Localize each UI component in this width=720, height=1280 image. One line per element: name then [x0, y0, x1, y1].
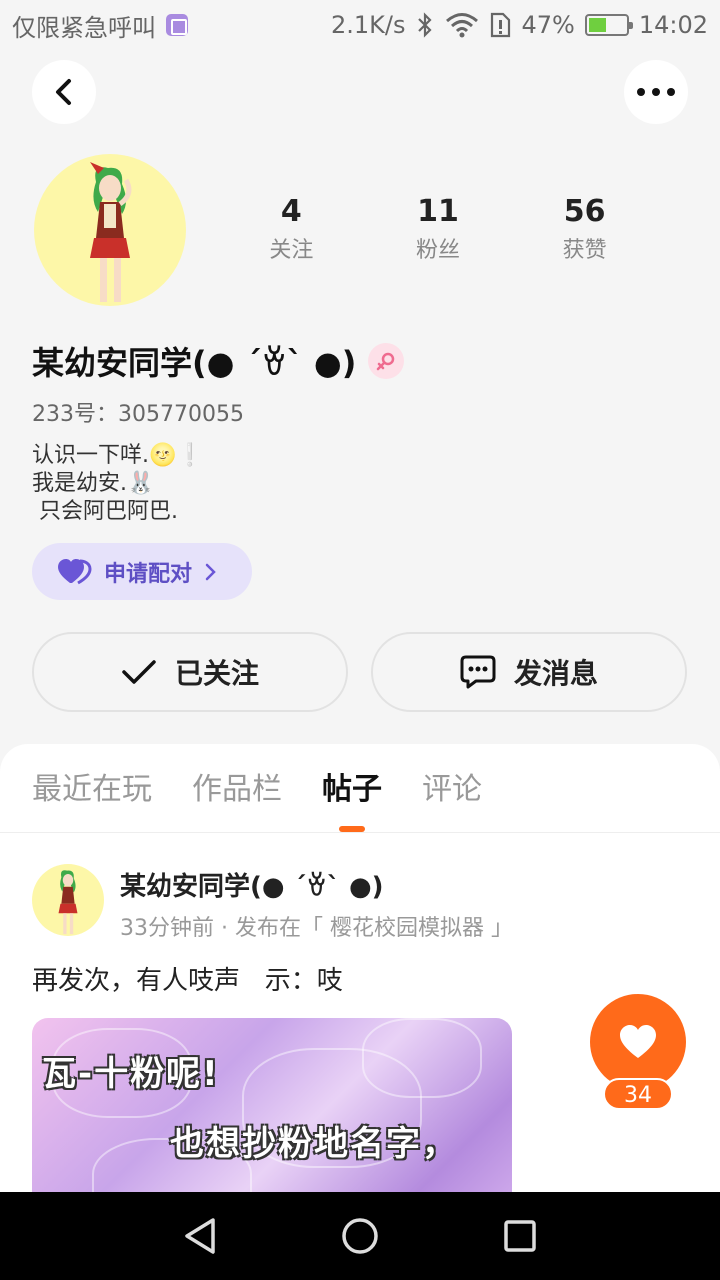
user-name: 某幼安同学(● ´ꈊ` ●) — [32, 344, 357, 382]
chat-bubble-icon — [460, 655, 496, 689]
tab-comments[interactable]: 评论 — [422, 768, 482, 812]
chevron-left-icon — [56, 79, 71, 105]
battery-icon — [584, 14, 633, 36]
stat-following-label: 关注 — [269, 238, 314, 263]
send-message-button[interactable]: 发消息 — [371, 632, 687, 712]
bio-line: 认识一下咩.🌝❕ — [32, 443, 204, 468]
stat-likes-count: 56 — [563, 194, 606, 229]
clock: 14:02 — [638, 11, 708, 39]
home-circle-icon — [342, 1218, 378, 1254]
avatar[interactable] — [34, 154, 186, 306]
image-caption-line: 也想抄粉地名字， — [170, 1124, 458, 1164]
back-triangle-icon — [185, 1218, 215, 1254]
chevron-right-icon — [205, 563, 216, 580]
like-button[interactable] — [590, 994, 686, 1090]
stat-followers-label: 粉丝 — [416, 238, 461, 263]
profile-stats: 4 关注 11 粉丝 56 获赞 — [218, 190, 658, 268]
avatar-character-illustration — [58, 870, 78, 935]
more-dots-icon — [637, 88, 675, 96]
check-icon — [122, 660, 156, 684]
stat-likes-label: 获赞 — [562, 238, 607, 263]
net-speed: 2.1K/s — [330, 11, 406, 39]
nav-recents-button[interactable] — [490, 1206, 550, 1266]
like-count: 34 — [603, 1078, 673, 1110]
stat-followers-count: 11 — [417, 194, 459, 229]
tab-posts[interactable]: 帖子 — [322, 768, 382, 832]
gallery-icon — [166, 14, 188, 36]
sim-alert-icon — [491, 12, 511, 38]
tab-works[interactable]: 作品栏 — [192, 768, 282, 812]
pair-request-label: 申请配对 — [104, 561, 193, 587]
bluetooth-icon — [418, 12, 433, 38]
bio-line: 只会阿巴阿巴. — [32, 499, 178, 524]
nav-back-button[interactable] — [170, 1206, 230, 1266]
post-image[interactable]: 瓦-十粉呢! 也想抄粉地名字， — [32, 1018, 512, 1192]
user-name-row: 某幼安同学(● ´ꈊ` ●) — [32, 338, 405, 384]
profile-tabs: 最近在玩 作品栏 帖子 评论 — [32, 768, 482, 832]
tab-recently-played[interactable]: 最近在玩 — [32, 768, 152, 812]
stat-following-count: 4 — [280, 194, 302, 229]
stat-following[interactable]: 4 关注 — [218, 190, 365, 268]
avatar-character-illustration — [90, 162, 132, 302]
wifi-icon — [446, 13, 479, 38]
more-button[interactable] — [624, 60, 688, 124]
back-button[interactable] — [32, 60, 96, 124]
recents-square-icon — [504, 1220, 536, 1252]
content-sheet: 最近在玩 作品栏 帖子 评论 某幼安同学(● ´ꈊ` ●) 33分钟前 · 发布… — [0, 744, 720, 1192]
stat-followers[interactable]: 11 粉丝 — [365, 190, 512, 268]
stat-likes[interactable]: 56 获赞 — [511, 190, 658, 268]
followed-button[interactable]: 已关注 — [32, 632, 348, 712]
send-message-label: 发消息 — [513, 657, 598, 690]
carrier-text: 仅限紧急呼叫 — [12, 13, 156, 42]
image-caption-line: 瓦-十粉呢! — [42, 1054, 220, 1094]
battery-percent: 47% — [521, 11, 575, 39]
status-bar: 仅限紧急呼叫 2.1K/s 47% 14:02 — [0, 0, 720, 50]
user-id: 233号：305770055 — [32, 402, 244, 427]
bio-line: 我是幼安.🐰 — [32, 471, 155, 496]
nav-home-button[interactable] — [330, 1206, 390, 1266]
heart-pair-icon — [58, 558, 92, 584]
post-author-name[interactable]: 某幼安同学(● ´ꈊ` ●) — [120, 866, 384, 903]
tab-divider — [0, 832, 720, 833]
user-bio: 认识一下咩.🌝❕ 我是幼安.🐰 只会阿巴阿巴. — [32, 442, 204, 526]
tab-posts-label: 帖子 — [322, 772, 382, 807]
heart-icon — [620, 1025, 656, 1058]
post-text[interactable]: 再发次，有人吱声 示：吱 — [32, 960, 343, 997]
followed-label: 已关注 — [174, 657, 259, 690]
female-icon — [368, 343, 405, 379]
post-author-avatar[interactable] — [32, 864, 104, 936]
system-nav-bar — [0, 1192, 720, 1280]
pair-request-button[interactable]: 申请配对 — [32, 543, 252, 600]
post-meta: 33分钟前 · 发布在「 樱花校园模拟器 」 — [120, 916, 513, 941]
